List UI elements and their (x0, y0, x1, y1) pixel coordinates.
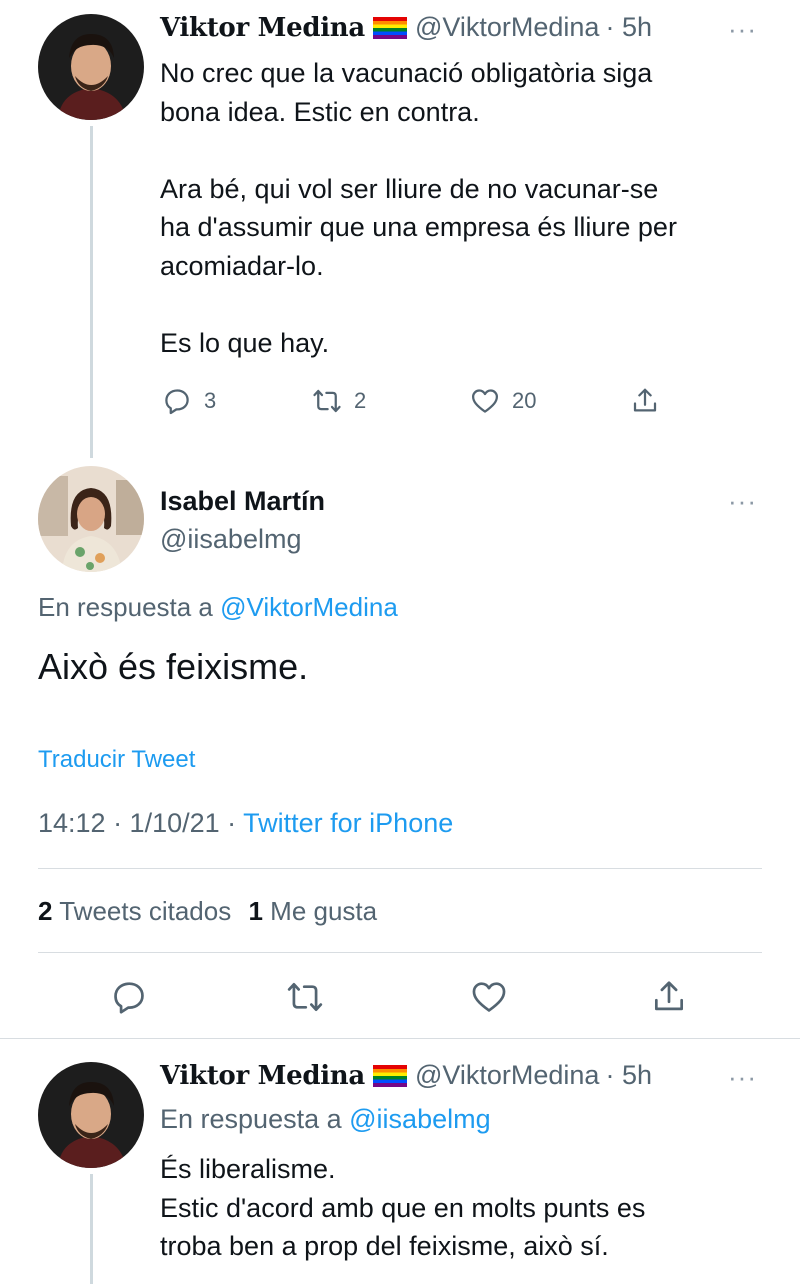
avatar-viktor[interactable] (38, 1062, 144, 1168)
divider (0, 1038, 800, 1039)
divider (38, 868, 762, 869)
like-stat[interactable]: 1 Me gusta (248, 896, 377, 926)
tweet1-actions: 3 2 20 (162, 386, 660, 416)
tweet-timestamp[interactable]: 14:12 · 1/10/21 · (38, 808, 243, 838)
like-count: 20 (512, 388, 537, 413)
tweet1-handle[interactable]: @ViktorMedina (415, 12, 600, 42)
reply-to-link[interactable]: @ViktorMedina (220, 592, 398, 622)
like-stat-count: 1 (248, 896, 263, 926)
share-button[interactable] (630, 386, 660, 416)
tweet1-text: No crec que la vacunació obligatòria sig… (160, 58, 677, 358)
tweet1-display-name[interactable]: Viktor Medina (160, 13, 365, 43)
like-icon (472, 982, 506, 1012)
tweet3-display-name[interactable]: Viktor Medina (160, 1061, 365, 1091)
timestamp-row: 14:12 · 1/10/21 · Twitter for iPhone (38, 808, 453, 839)
share-icon (633, 388, 657, 412)
reply-icon (114, 982, 144, 1014)
reply-count: 3 (204, 388, 217, 413)
share-button[interactable] (650, 978, 688, 1016)
tweet-source[interactable]: Twitter for iPhone (243, 808, 453, 838)
reply-prefix: En respuesta a (38, 592, 213, 622)
main-reply-context: En respuesta a @ViktorMedina (38, 592, 398, 623)
engagement-stats: 2 Tweets citados 1 Me gusta (38, 896, 377, 927)
more-icon[interactable]: ··· (728, 1062, 757, 1093)
reply-to-link[interactable]: @iisabelmg (349, 1104, 490, 1134)
quote-label: Tweets citados (59, 896, 232, 926)
like-icon (472, 389, 498, 413)
tweet1-time: · 5h (605, 12, 652, 42)
reply-button[interactable]: 3 (162, 386, 312, 416)
retweet-icon (287, 982, 323, 1012)
main-tweet-text: Això és feixisme. (38, 646, 309, 687)
like-button[interactable] (470, 978, 650, 1016)
like-button[interactable]: 20 (470, 386, 630, 416)
tweet3-header: Viktor Medina @ViktorMedina · 5h (160, 1060, 652, 1091)
retweet-count: 2 (354, 388, 367, 413)
thread-line (90, 126, 93, 458)
tweet1-header: Viktor Medina @ViktorMedina · 5h (160, 12, 652, 43)
thread-line (90, 1174, 93, 1284)
tweet3-time: · 5h (605, 1060, 652, 1090)
main-tweet-display-name[interactable]: Isabel Martín (160, 486, 325, 517)
rainbow-flag-icon (372, 17, 407, 39)
share-icon (654, 981, 684, 1011)
divider (38, 952, 762, 953)
avatar-isabel[interactable] (38, 466, 144, 572)
quote-stat[interactable]: 2 Tweets citados (38, 896, 231, 926)
retweet-button[interactable]: 2 (312, 386, 470, 416)
reply-icon (165, 389, 189, 415)
main-tweet-handle[interactable]: @iisabelmg (160, 524, 301, 555)
reply-button[interactable] (110, 978, 286, 1016)
tweet3-handle[interactable]: @ViktorMedina (415, 1060, 600, 1090)
main-tweet-actions (110, 978, 688, 1016)
quote-count: 2 (38, 896, 53, 926)
translate-link[interactable]: Traducir Tweet (38, 746, 195, 774)
retweet-icon (313, 389, 341, 413)
retweet-button[interactable] (286, 978, 470, 1016)
more-icon[interactable]: ··· (728, 486, 757, 517)
like-stat-label: Me gusta (270, 896, 378, 926)
reply-prefix: En respuesta a (160, 1104, 342, 1134)
tweet3-text: És liberalisme. Estic d'acord amb que en… (160, 1154, 646, 1261)
rainbow-flag-icon (372, 1065, 407, 1087)
more-icon[interactable]: ··· (728, 14, 757, 45)
avatar-viktor[interactable] (38, 14, 144, 120)
tweet3-reply-context: En respuesta a @iisabelmg (160, 1104, 491, 1135)
